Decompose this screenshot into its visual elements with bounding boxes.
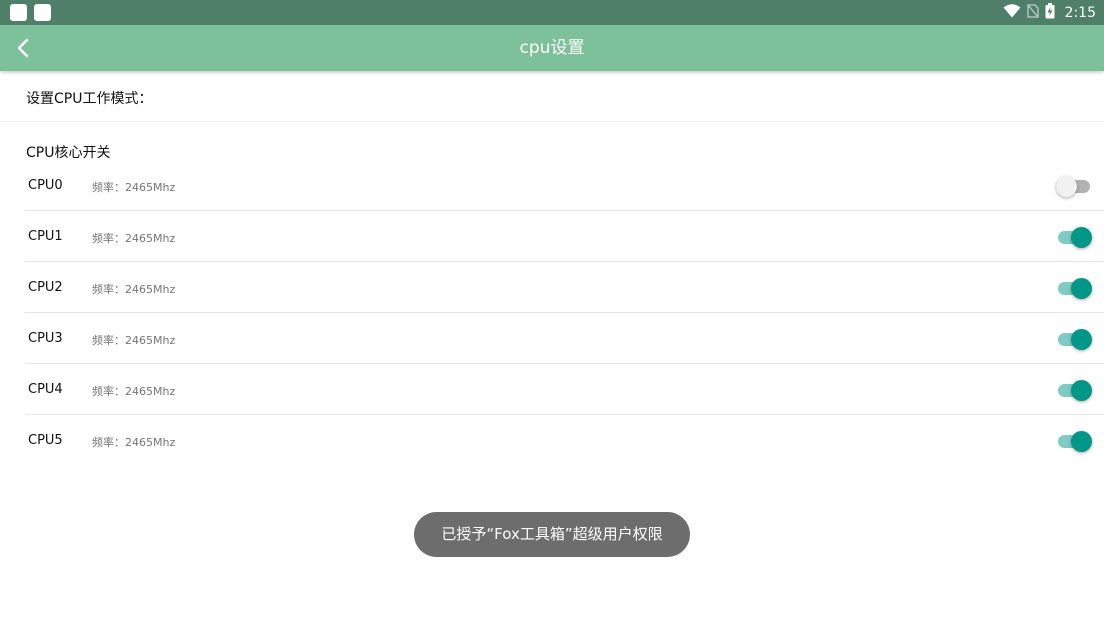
cpu-core-frequency: 频率：2465Mhz (92, 436, 176, 449)
cpu-core-toggle[interactable] (1056, 174, 1092, 198)
status-icons: 2:15 (1003, 0, 1096, 25)
cpu-core-name: CPU4 (28, 382, 63, 397)
no-sim-icon (1026, 3, 1039, 22)
cpu-core-list: CPU0 频率：2465Mhz CPU1 频率：2465Mhz CPU2 频率：… (25, 160, 1104, 466)
notification-square-icon (34, 4, 51, 21)
battery-charging-icon (1045, 2, 1055, 23)
cpu-core-frequency: 频率：2465Mhz (92, 181, 176, 194)
cpu-core-name: CPU2 (28, 280, 63, 295)
cpu-core-frequency: 频率：2465Mhz (92, 232, 176, 245)
page-title: cpu设置 (519, 38, 585, 58)
toggle-thumb (1071, 278, 1092, 299)
cpu-core-row: CPU3 频率：2465Mhz (25, 313, 1104, 364)
cpu-core-name: CPU0 (28, 178, 63, 193)
cpu-core-frequency: 频率：2465Mhz (92, 334, 176, 347)
toggle-thumb (1056, 176, 1077, 197)
status-bar: 2:15 (0, 0, 1104, 25)
wifi-icon (1003, 3, 1021, 22)
cpu-core-row: CPU1 频率：2465Mhz (25, 211, 1104, 262)
toast-message: 已授予“Fox工具箱”超级用户权限 (414, 512, 690, 557)
cpu-core-toggle[interactable] (1056, 225, 1092, 249)
cpu-core-toggle[interactable] (1056, 378, 1092, 402)
notification-square-icon (10, 4, 27, 21)
cpu-core-toggle[interactable] (1056, 327, 1092, 351)
cpu-mode-setting[interactable]: 设置CPU工作模式： (0, 72, 1104, 122)
core-switch-section-title: CPU核心开关 (26, 145, 111, 161)
toggle-thumb (1071, 380, 1092, 401)
toggle-thumb (1071, 227, 1092, 248)
cpu-core-frequency: 频率：2465Mhz (92, 385, 176, 398)
app-bar: cpu设置 (0, 25, 1104, 71)
cpu-core-toggle[interactable] (1056, 429, 1092, 453)
toggle-thumb (1071, 329, 1092, 350)
status-time: 2:15 (1064, 4, 1096, 21)
cpu-core-row: CPU2 频率：2465Mhz (25, 262, 1104, 313)
cpu-core-row: CPU0 频率：2465Mhz (25, 160, 1104, 211)
cpu-core-row: CPU4 频率：2465Mhz (25, 364, 1104, 415)
cpu-core-toggle[interactable] (1056, 276, 1092, 300)
cpu-mode-label: 设置CPU工作模式： (26, 91, 153, 107)
toggle-thumb (1071, 431, 1092, 452)
cpu-core-frequency: 频率：2465Mhz (92, 283, 176, 296)
cpu-core-name: CPU5 (28, 433, 63, 448)
cpu-core-name: CPU1 (28, 229, 63, 244)
cpu-core-name: CPU3 (28, 331, 63, 346)
cpu-core-row: CPU5 频率：2465Mhz (25, 415, 1104, 466)
